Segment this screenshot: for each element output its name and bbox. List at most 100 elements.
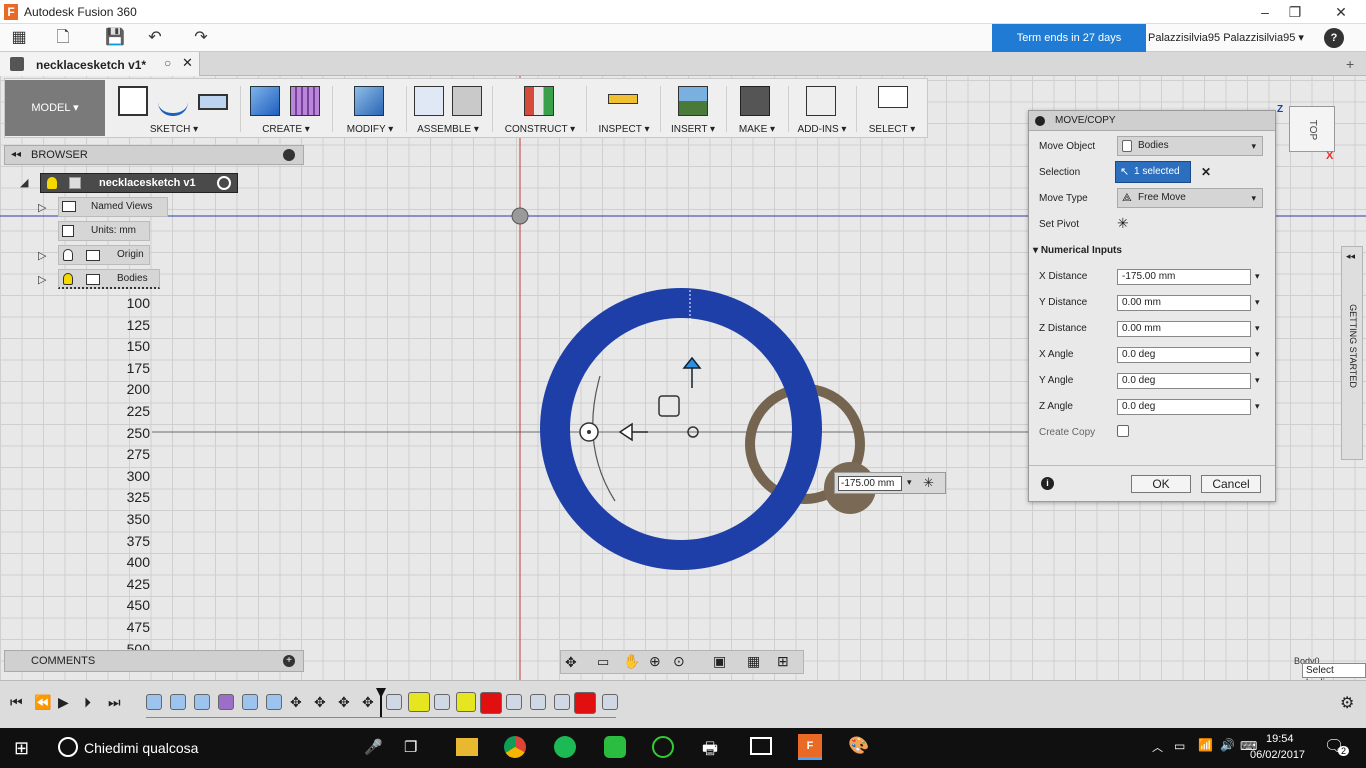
workspace-switcher[interactable]: MODEL ▾ <box>5 80 105 136</box>
add-comment-icon[interactable]: + <box>283 655 295 667</box>
spotify-icon[interactable] <box>554 736 576 758</box>
z-angle-input[interactable]: 0.0 deg <box>1117 399 1251 415</box>
timeline-feature[interactable] <box>218 694 234 710</box>
timeline-feature[interactable] <box>434 694 450 710</box>
set-pivot-icon[interactable]: ✳ <box>1117 215 1129 232</box>
x-angle-input[interactable]: 0.0 deg <box>1117 347 1251 363</box>
step-back-icon[interactable]: ⏪ <box>34 694 51 711</box>
scripts-addins-icon[interactable] <box>806 86 836 116</box>
toolbar-group-assemble[interactable]: ASSEMBLE ▾ <box>408 80 488 138</box>
display-settings-icon[interactable]: ▣ <box>713 653 726 670</box>
expand-panel-icon[interactable]: ◂◂ <box>1346 251 1355 262</box>
viewports-icon[interactable]: ⊞ <box>777 653 789 670</box>
move-object-select[interactable]: Bodies ▾ <box>1117 136 1263 156</box>
z-distance-input[interactable]: 0.00 mm <box>1117 321 1251 337</box>
help-icon[interactable]: ? <box>1324 28 1344 48</box>
create-copy-checkbox[interactable] <box>1117 425 1129 437</box>
collapse-arrow-icon[interactable]: ◂◂ <box>11 149 21 160</box>
line-tool-icon[interactable] <box>158 86 188 116</box>
expand-bodies-icon[interactable]: ▷ <box>38 273 46 286</box>
undo-icon[interactable]: ↶ <box>144 28 166 48</box>
file-menu-icon[interactable]: 🗋 <box>52 28 74 48</box>
comments-panel-header[interactable]: COMMENTS + <box>4 650 304 672</box>
getting-started-panel[interactable]: ◂◂ GETTING STARTED <box>1341 246 1363 460</box>
move-type-select[interactable]: ⟁ Free Move ▾ <box>1117 188 1263 208</box>
xbox-icon[interactable] <box>652 736 674 758</box>
view-cube[interactable]: TOP <box>1289 106 1335 152</box>
cortana-icon[interactable] <box>58 737 78 757</box>
timeline-feature[interactable] <box>194 694 210 710</box>
toolbar-group-inspect[interactable]: INSPECT ▾ <box>590 80 658 138</box>
dropdown-arrow-icon[interactable]: ▾ <box>1255 375 1260 386</box>
print-app-icon[interactable]: 🖶 <box>702 736 718 765</box>
ok-button[interactable]: OK <box>1131 475 1191 493</box>
dropdown-arrow-icon[interactable]: ▾ <box>1255 349 1260 360</box>
new-tab-icon[interactable]: + <box>1346 56 1354 72</box>
toolbar-group-sketch[interactable]: SKETCH ▾ <box>112 80 236 138</box>
timeline-move-feature[interactable]: ✥ <box>362 694 378 710</box>
dropdown-arrow-icon[interactable]: ▾ <box>1255 323 1260 334</box>
close-window-button[interactable]: ✕ <box>1326 2 1356 22</box>
clock-date[interactable]: 06/02/2017 <box>1250 749 1305 761</box>
timeline-feature[interactable] <box>506 694 522 710</box>
x-distance-input[interactable]: -175.00 mm <box>1117 269 1251 285</box>
trial-status[interactable]: Term ends in 27 days <box>992 24 1146 52</box>
pivot-set-icon[interactable]: ✳ <box>923 475 934 491</box>
toolbar-group-insert[interactable]: INSERT ▾ <box>662 80 724 138</box>
offset-plane-icon[interactable] <box>524 86 554 116</box>
3d-print-icon[interactable] <box>740 86 770 116</box>
expand-named-views-icon[interactable]: ▷ <box>38 201 46 214</box>
timeline-feature[interactable] <box>530 694 546 710</box>
toolbar-group-create[interactable]: CREATE ▾ <box>244 80 328 138</box>
timeline-settings-icon[interactable]: ⚙ <box>1340 693 1354 713</box>
microphone-icon[interactable]: 🎤 <box>364 738 383 756</box>
joint-icon[interactable] <box>452 86 482 116</box>
visibility-bulb-off-icon[interactable] <box>63 249 73 261</box>
zoom-icon[interactable]: ⊕ <box>649 653 661 670</box>
press-pull-icon[interactable] <box>354 86 384 116</box>
timeline-move-feature[interactable]: ✥ <box>314 694 330 710</box>
redo-icon[interactable]: ↷ <box>190 28 212 48</box>
y-distance-input[interactable]: 0.00 mm <box>1117 295 1251 311</box>
fit-icon[interactable]: ⊙ <box>673 653 685 670</box>
timeline-feature[interactable] <box>554 694 570 710</box>
expand-origin-icon[interactable]: ▷ <box>38 249 46 262</box>
info-icon[interactable]: i <box>1041 477 1054 490</box>
select-tool-icon[interactable] <box>878 86 908 108</box>
go-to-end-icon[interactable]: ⏭ <box>108 694 121 711</box>
timeline-feature[interactable] <box>242 694 258 710</box>
windows-start-icon[interactable]: ⊞ <box>14 738 29 759</box>
battery-icon[interactable]: ▭ <box>1174 739 1185 753</box>
measure-icon[interactable] <box>608 94 638 104</box>
activate-radio-icon[interactable] <box>217 176 231 190</box>
create-sketch-icon[interactable] <box>118 86 148 116</box>
dropdown-arrow-icon[interactable]: ▾ <box>1255 297 1260 308</box>
timeline-feature[interactable] <box>386 694 402 710</box>
y-angle-input[interactable]: 0.0 deg <box>1117 373 1251 389</box>
minimize-button[interactable]: – <box>1250 2 1280 22</box>
rectangle-tool-icon[interactable] <box>198 94 228 110</box>
save-icon[interactable]: 💾 <box>104 28 126 48</box>
collapse-dialog-icon[interactable] <box>1035 116 1045 126</box>
timeline-feature-error[interactable] <box>574 692 596 714</box>
step-forward-icon[interactable]: ⏵ <box>84 694 91 711</box>
look-at-icon[interactable]: ▭ <box>597 654 609 670</box>
timeline-feature[interactable] <box>146 694 162 710</box>
go-to-start-icon[interactable]: ⏮ <box>10 694 23 711</box>
tray-overflow-icon[interactable]: ︿ <box>1152 739 1163 755</box>
browser-options-icon[interactable] <box>283 149 295 161</box>
wifi-icon[interactable]: 📶 <box>1198 738 1213 752</box>
timeline-feature-highlight[interactable] <box>456 692 476 712</box>
timeline-feature[interactable] <box>266 694 282 710</box>
chrome-icon[interactable] <box>504 736 526 758</box>
visibility-bulb-icon[interactable] <box>47 177 57 189</box>
volume-icon[interactable]: 🔊 <box>1220 738 1235 752</box>
toolbar-group-modify[interactable]: MODIFY ▾ <box>336 80 404 138</box>
clear-selection-icon[interactable]: ✕ <box>1201 165 1211 179</box>
toolbar-group-make[interactable]: MAKE ▾ <box>728 80 786 138</box>
selection-field[interactable]: ↖ 1 selected <box>1115 161 1191 183</box>
visibility-bulb-icon[interactable] <box>63 273 73 285</box>
cortana-search-box[interactable]: Chiedimi qualcosa <box>84 740 198 756</box>
timeline-feature[interactable] <box>170 694 186 710</box>
file-explorer-icon[interactable] <box>456 738 478 756</box>
